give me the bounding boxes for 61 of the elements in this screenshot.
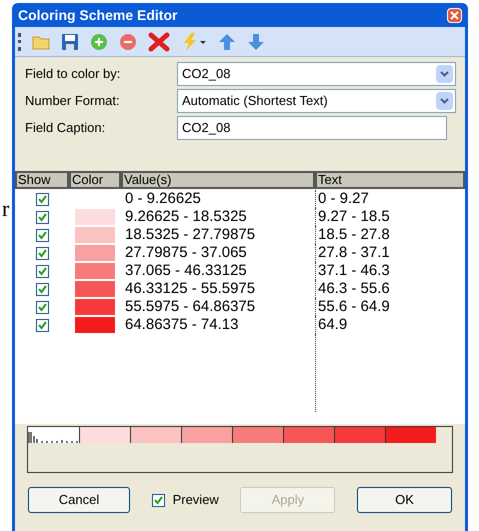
chevron-down-icon xyxy=(440,98,449,104)
checkbox[interactable] xyxy=(36,318,48,332)
grip-icon xyxy=(18,32,21,50)
range-label: 37.1 - 46.3 xyxy=(318,260,390,281)
dropdown-arrow-button[interactable] xyxy=(436,92,453,110)
checkbox[interactable] xyxy=(36,282,48,296)
value-range: 64.86375 - 74.13 xyxy=(125,316,238,333)
range-label: 9.27 - 18.5 xyxy=(318,206,390,227)
range-label: 55.6 - 64.9 xyxy=(318,296,390,317)
window-title: Coloring Scheme Editor xyxy=(18,6,178,25)
value-range: 55.5975 - 64.86375 xyxy=(125,298,256,315)
chevron-down-icon xyxy=(440,71,449,77)
arrow-down-icon[interactable] xyxy=(247,32,265,50)
range-label: 18.5 - 27.8 xyxy=(318,224,390,245)
save-icon[interactable] xyxy=(61,32,79,50)
color-swatch[interactable] xyxy=(75,209,115,225)
checkbox[interactable] xyxy=(36,228,48,242)
color-swatch[interactable] xyxy=(75,317,115,333)
range-label: 0 - 9.27 xyxy=(318,188,369,209)
value-range: 0 - 9.26625 xyxy=(125,190,201,207)
checkbox[interactable] xyxy=(152,494,165,506)
plus-circle-icon[interactable] xyxy=(90,32,108,50)
color-swatch[interactable] xyxy=(75,245,115,261)
value-range: 37.065 - 46.33125 xyxy=(125,262,247,279)
arrow-up-icon[interactable] xyxy=(218,32,236,50)
value-range: 27.79875 - 37.065 xyxy=(125,244,247,261)
checkbox[interactable] xyxy=(36,300,48,314)
range-label: 64.9 xyxy=(318,314,348,335)
close-button[interactable] xyxy=(447,8,462,22)
column-header[interactable]: Text xyxy=(315,171,465,189)
field-label: Field Caption: xyxy=(25,119,106,138)
minus-circle-icon[interactable] xyxy=(119,32,137,50)
field-label: Number Format: xyxy=(25,92,121,110)
color-swatch[interactable] xyxy=(75,299,115,315)
range-label: 27.8 - 37.1 xyxy=(318,242,390,263)
checkbox[interactable] xyxy=(36,192,48,206)
close-icon xyxy=(450,10,459,20)
ok-button[interactable]: OK xyxy=(356,487,452,513)
delete-icon[interactable] xyxy=(148,32,170,52)
value-range: 46.33125 - 55.5975 xyxy=(125,280,256,297)
field-label: Field to color by: xyxy=(25,65,122,84)
color-swatch[interactable] xyxy=(75,227,115,243)
column-header[interactable]: Color xyxy=(69,171,121,189)
background-text: r xyxy=(2,195,10,223)
checkbox[interactable] xyxy=(36,246,48,260)
dropdown-arrow-button[interactable] xyxy=(436,65,453,83)
color-swatch[interactable] xyxy=(75,281,115,297)
histogram-drawing xyxy=(28,431,78,443)
checkbox-label: Preview xyxy=(172,491,219,510)
checkbox[interactable] xyxy=(36,210,48,224)
text-field[interactable]: CO2_08 xyxy=(177,116,447,140)
cancel-button[interactable]: Cancel xyxy=(28,487,130,513)
column-header[interactable]: Value(s) xyxy=(121,171,315,189)
value-range: 9.26625 - 18.5325 xyxy=(125,208,247,225)
value-range: 18.5325 - 27.79875 xyxy=(125,226,256,243)
dropdown-field[interactable]: Automatic (Shortest Text) xyxy=(177,89,456,113)
column-header[interactable]: Show xyxy=(15,171,69,189)
dropdown-field[interactable]: CO2_08 xyxy=(177,62,456,86)
checkbox[interactable] xyxy=(36,264,48,278)
range-label: 46.3 - 55.6 xyxy=(318,278,390,299)
color-swatch[interactable] xyxy=(75,263,115,279)
